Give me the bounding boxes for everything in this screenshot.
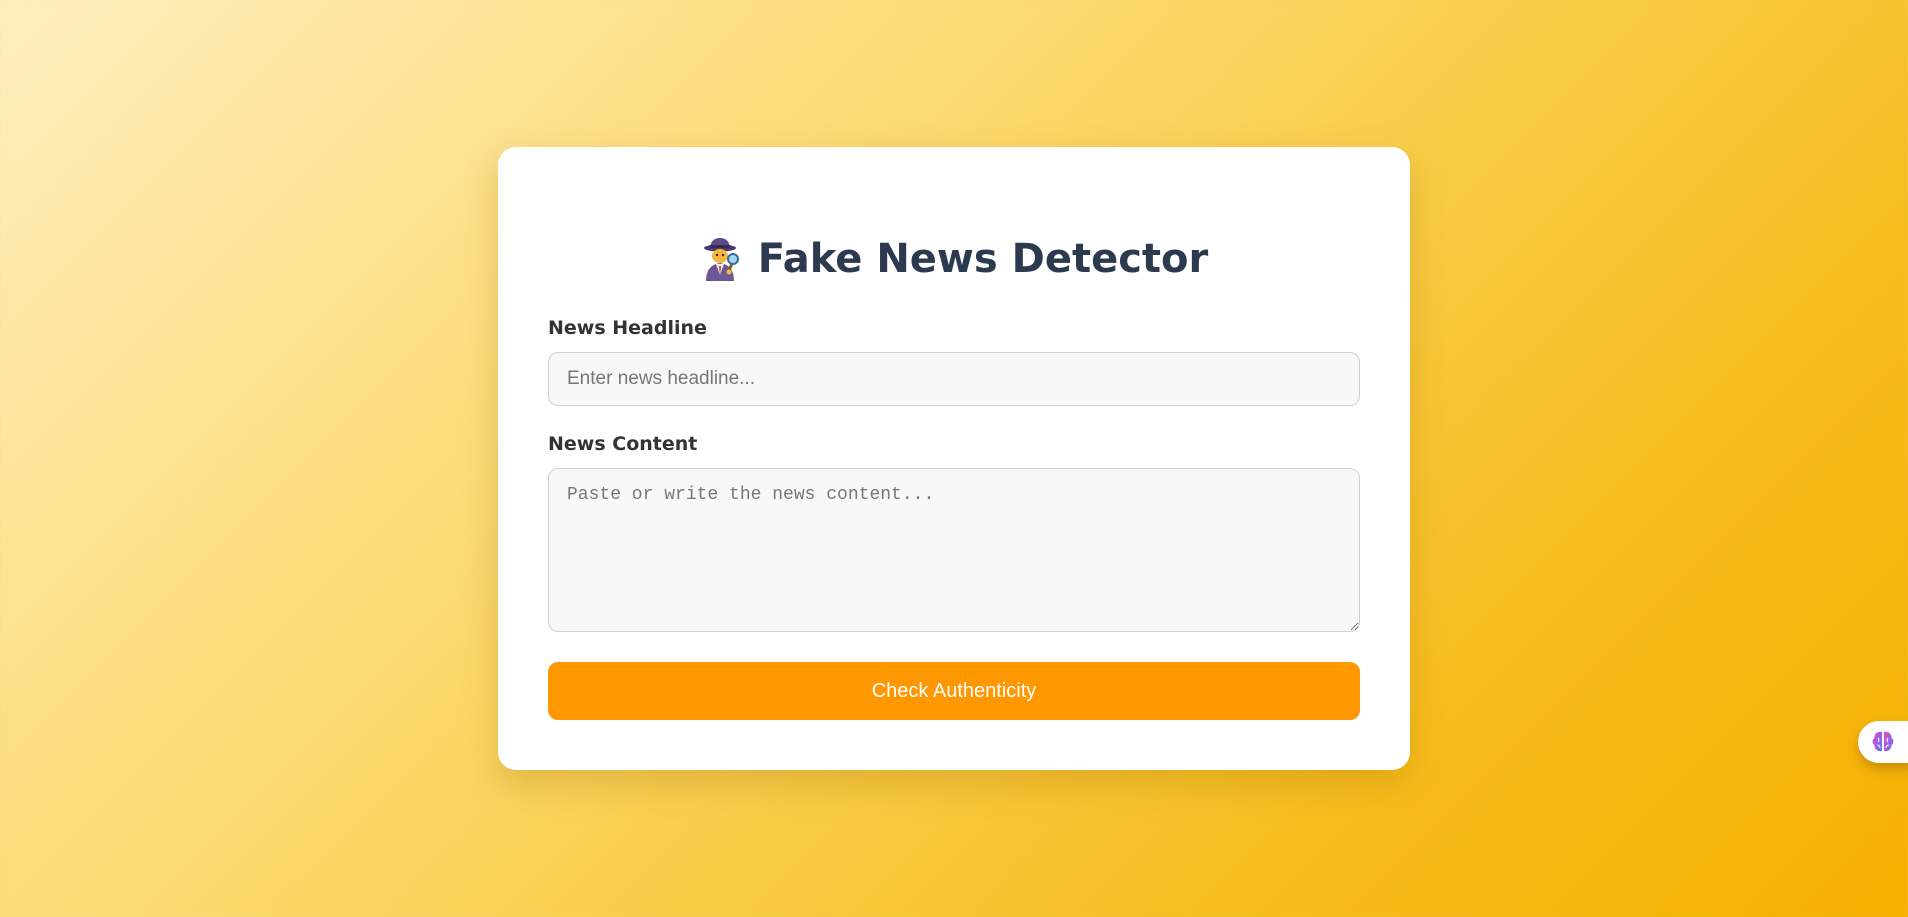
- content-label: News Content: [548, 433, 698, 455]
- detector-card: Fake News Detector News Headline News Co…: [498, 147, 1410, 770]
- app-title: Fake News Detector: [757, 236, 1209, 282]
- headline-label: News Headline: [548, 317, 707, 339]
- content-textarea[interactable]: [548, 468, 1360, 632]
- page-title: Fake News Detector: [498, 229, 1410, 289]
- brain-icon: [1872, 731, 1894, 752]
- detective-icon: [703, 238, 739, 281]
- headline-input[interactable]: [548, 352, 1360, 406]
- check-authenticity-button[interactable]: Check Authenticity: [548, 662, 1360, 720]
- floating-assistant-button[interactable]: [1858, 721, 1908, 763]
